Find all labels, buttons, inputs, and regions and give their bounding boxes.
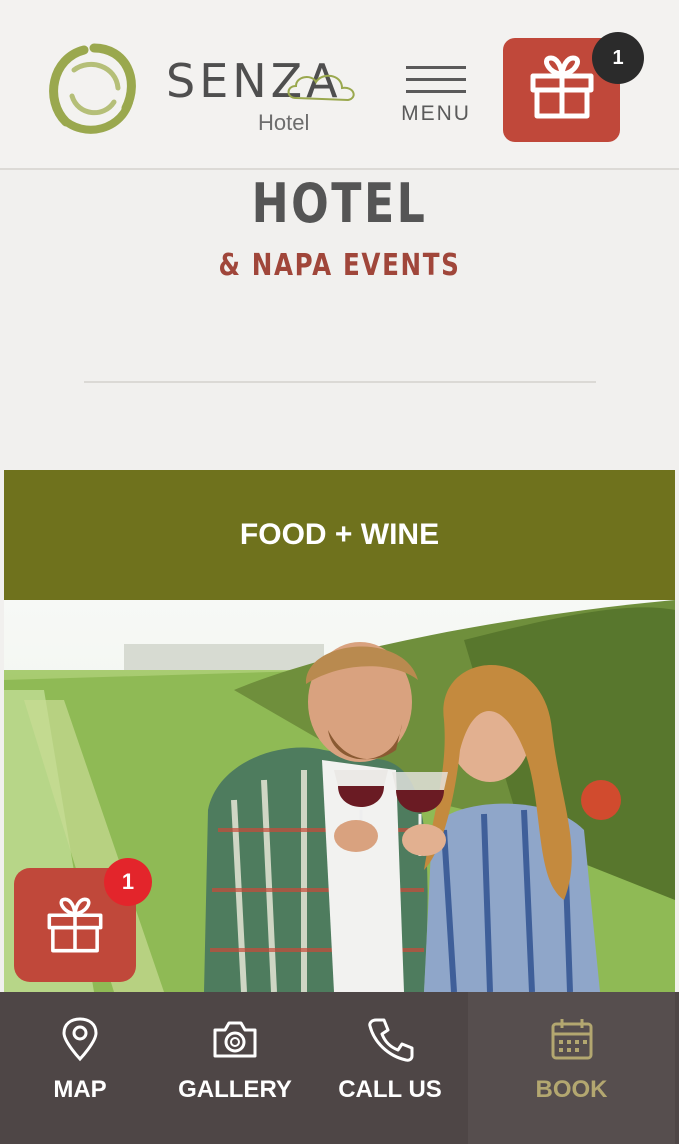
menu-label: MENU: [401, 102, 471, 125]
site-header: SENZA Hotel MENU 1: [0, 0, 679, 170]
nav-call-us-label: CALL US: [338, 1076, 442, 1103]
map-pin-icon: [62, 1017, 98, 1062]
gift-icon: [47, 897, 103, 953]
nav-map-label: MAP: [53, 1076, 107, 1103]
nav-gallery-label: GALLERY: [178, 1076, 292, 1103]
nav-book-label: BOOK: [535, 1076, 608, 1103]
gift-icon: [530, 55, 594, 119]
nav-map[interactable]: MAP: [6, 992, 154, 1144]
hamburger-icon: [406, 64, 466, 94]
calendar-icon: [551, 1019, 592, 1060]
nav-gallery[interactable]: GALLERY: [160, 992, 310, 1144]
logo-swirl-icon: [49, 43, 136, 134]
nav-call-us[interactable]: CALL US: [316, 992, 464, 1144]
floating-gift-badge: 1: [104, 858, 152, 906]
page-title: HOTEL: [251, 172, 428, 235]
phone-icon: [368, 1018, 414, 1062]
nav-book[interactable]: BOOK: [468, 992, 675, 1144]
senza-hotel-logo[interactable]: SENZA Hotel: [44, 40, 374, 140]
menu-button[interactable]: MENU: [392, 64, 480, 134]
cloud-icon: [287, 74, 355, 102]
section-divider: [84, 381, 596, 383]
page-subtitle: & NAPA EVENTS: [218, 248, 461, 283]
bottom-nav: MAP GALLERY CALL US BOOK: [0, 992, 679, 1144]
gift-count-badge: 1: [592, 32, 644, 84]
logo-subtitle: Hotel: [258, 110, 310, 135]
food-wine-category[interactable]: FOOD + WINE: [4, 470, 675, 600]
category-label: FOOD + WINE: [239, 518, 440, 551]
camera-icon: [213, 1021, 257, 1058]
